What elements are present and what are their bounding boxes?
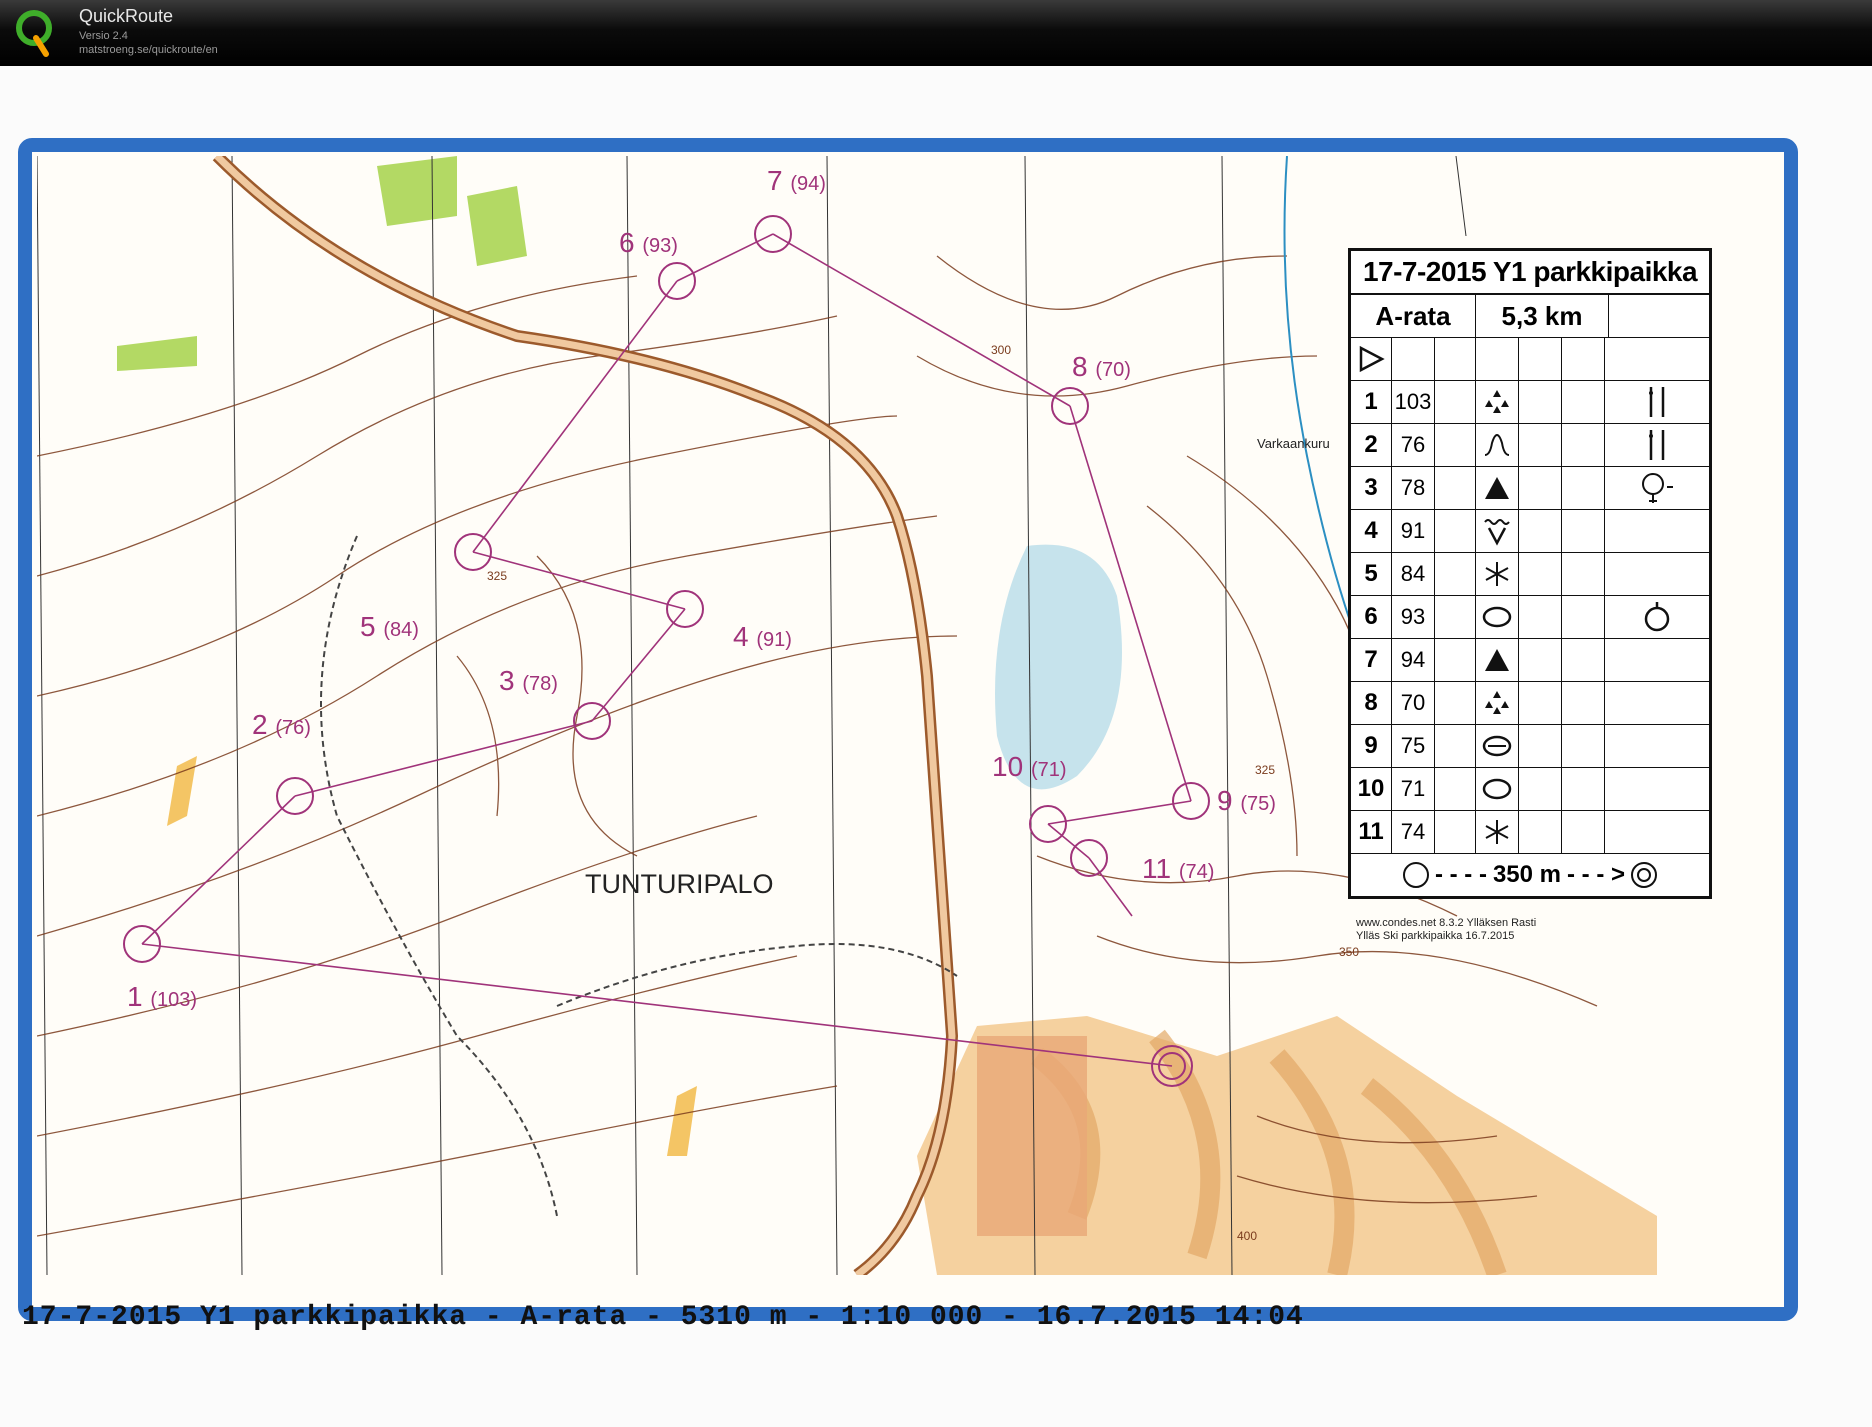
last-control-circle-icon	[1402, 862, 1429, 888]
control-number: 3	[1351, 467, 1392, 509]
app-title-bar: QuickRoute Versio 2.4 matstroeng.se/quic…	[0, 0, 1872, 66]
boulder-icon	[1476, 639, 1519, 681]
control-number: 11	[1351, 811, 1392, 853]
app-version: Versio 2.4	[79, 30, 128, 42]
special-icon	[1476, 811, 1519, 853]
control-code: 75	[1392, 725, 1435, 767]
app-name: QuickRoute	[79, 6, 174, 26]
description-row: 7 94	[1351, 639, 1709, 682]
cairn-icon	[1605, 467, 1709, 509]
control-number: 4	[1351, 510, 1392, 552]
control-number: 9	[1351, 725, 1392, 767]
contour-value-label: 400	[1237, 1229, 1257, 1243]
green-area	[117, 156, 527, 371]
control-code: 78	[1392, 467, 1435, 509]
finish-distance: 350 m	[1492, 861, 1562, 888]
description-row: 1 103	[1351, 381, 1709, 424]
course-length: 5,3 km	[1476, 295, 1609, 337]
parking-area	[977, 1036, 1087, 1236]
boulder-icon	[1476, 467, 1519, 509]
theta-icon	[1476, 725, 1519, 767]
control-number: 8	[1351, 682, 1392, 724]
place-name-label: TUNTURIPALO	[585, 869, 774, 899]
depression-icon	[1476, 510, 1519, 552]
empty-cell	[1605, 510, 1709, 552]
map-caption: 17-7-2015 Y1 parkkipaikka - A-rata - 531…	[22, 1302, 1304, 1333]
description-header-row: A-rata 5,3 km	[1351, 295, 1709, 338]
dot-triangles-icon	[1476, 381, 1519, 423]
control-label-9: 9 (75)	[1217, 785, 1276, 816]
dot-triangles-icon	[1476, 682, 1519, 724]
control-code: 71	[1392, 768, 1435, 810]
control-code: 70	[1392, 682, 1435, 724]
control-code: 76	[1392, 424, 1435, 466]
empty-cell	[1605, 553, 1709, 595]
main-road	[212, 156, 959, 1275]
control-label-8: 8 (70)	[1072, 351, 1131, 382]
empty-cell	[1605, 639, 1709, 681]
empty-cell	[1605, 725, 1709, 767]
app-url: matstroeng.se/quickroute/en	[79, 44, 218, 56]
control-label-6: 6 (93)	[619, 227, 678, 258]
contour-value-label: 325	[487, 569, 507, 583]
pit-icon	[1476, 768, 1519, 810]
finish-row: - - - - 350 m - - - >	[1351, 854, 1709, 896]
pit-icon	[1476, 596, 1519, 638]
bar-icon	[1605, 424, 1709, 466]
control-label-4: 4 (91)	[733, 621, 792, 652]
control-code: 93	[1392, 596, 1435, 638]
control-code: 91	[1392, 510, 1435, 552]
control-label-3: 3 (78)	[499, 665, 558, 696]
contour-value-label: 325	[1255, 763, 1275, 777]
control-label-11: 11 (74)	[1142, 853, 1214, 884]
description-row: 4 91	[1351, 510, 1709, 553]
stream-name-label: Varkaankuru	[1257, 436, 1330, 451]
control-label-5: 5 (84)	[360, 611, 419, 642]
start-row	[1351, 338, 1709, 381]
control-code: 84	[1392, 553, 1435, 595]
special-icon	[1476, 553, 1519, 595]
description-row: 2 76	[1351, 424, 1709, 467]
control-number: 7	[1351, 639, 1392, 681]
control-number: 5	[1351, 553, 1392, 595]
control-label-1: 1 (103)	[127, 981, 197, 1012]
bar-icon	[1605, 381, 1709, 423]
contour-value-label: 350	[1339, 945, 1359, 959]
control-label-7: 7 (94)	[767, 165, 826, 196]
knoll-icon	[1476, 424, 1519, 466]
control-number: 2	[1351, 424, 1392, 466]
course-name: A-rata	[1351, 295, 1476, 337]
control-code: 74	[1392, 811, 1435, 853]
start-triangle-icon	[1359, 345, 1385, 373]
software-credits: www.condes.net 8.3.2 Ylläksen Rasti Yllä…	[1356, 917, 1537, 942]
track	[320, 535, 558, 1217]
control-number: 1	[1351, 381, 1392, 423]
description-row: 8 70	[1351, 682, 1709, 725]
description-row: 10 71	[1351, 768, 1709, 811]
quickroute-logo-icon	[16, 10, 52, 57]
control-description-sheet: 17-7-2015 Y1 parkkipaikka A-rata 5,3 km …	[1348, 248, 1712, 899]
description-row: 3 78	[1351, 467, 1709, 510]
contour-value-label: 300	[991, 343, 1011, 357]
control-label-2: 2 (76)	[252, 709, 311, 740]
control-number: 10	[1351, 768, 1392, 810]
description-title: 17-7-2015 Y1 parkkipaikka	[1351, 251, 1709, 295]
description-row: 11 74	[1351, 811, 1709, 854]
control-number: 6	[1351, 596, 1392, 638]
description-row: 5 84	[1351, 553, 1709, 596]
empty-cell	[1605, 768, 1709, 810]
description-row: 9 75	[1351, 725, 1709, 768]
empty-cell	[1605, 811, 1709, 853]
control-code: 103	[1392, 381, 1435, 423]
track	[556, 943, 958, 1007]
control-code: 94	[1392, 639, 1435, 681]
dot-top-icon	[1605, 596, 1709, 638]
finish-circle-icon	[1631, 862, 1658, 888]
empty-cell	[1605, 682, 1709, 724]
description-row: 6 93	[1351, 596, 1709, 639]
